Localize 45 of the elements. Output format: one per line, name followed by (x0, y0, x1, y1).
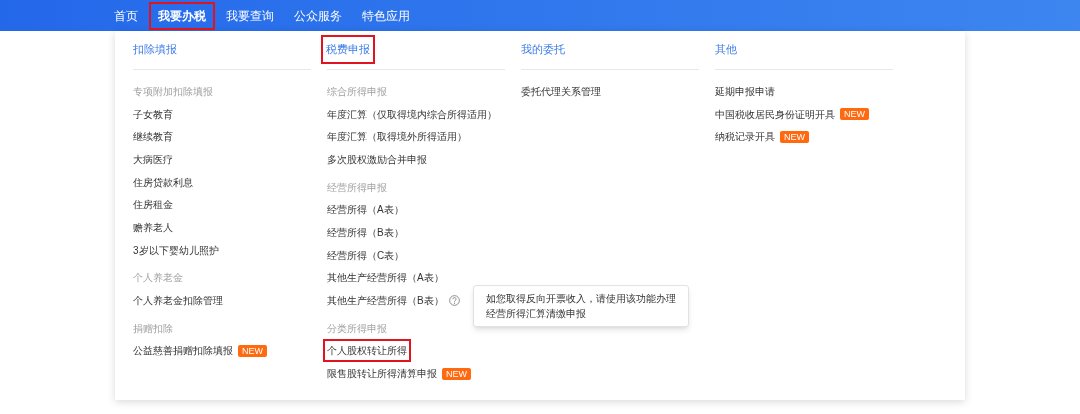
menu-link[interactable]: 3岁以下婴幼儿照护 (133, 242, 219, 258)
menu-link[interactable]: 经营所得（A表） (327, 202, 404, 218)
menu-link[interactable]: 公益慈善捐赠扣除填报 (133, 343, 233, 359)
column-heading: 我的委托 (521, 42, 565, 57)
tooltip-text: 如您取得反向开票收入，请使用该功能办理 (486, 292, 676, 307)
new-badge: NEW (780, 130, 809, 143)
section-label: 分类所得申报 (327, 321, 387, 336)
nav-tab[interactable]: 我要办税 (151, 3, 213, 28)
column-heading: 扣除填报 (133, 42, 177, 57)
section-label: 专项附加扣除填报 (133, 84, 213, 99)
menu-link[interactable]: 经营所得（C表） (327, 247, 405, 263)
menu-link[interactable]: 多次股权激励合并申报 (327, 151, 427, 167)
menu-link[interactable]: 住房贷款利息 (133, 174, 193, 190)
nav-tab[interactable]: 首页 (107, 3, 145, 28)
section-label: 个人养老金 (133, 271, 183, 286)
tooltip-text: 经营所得汇算清缴申报 (486, 307, 587, 322)
menu-link[interactable]: 延期申报申请 (715, 83, 775, 99)
section-label: 经营所得申报 (327, 180, 387, 195)
nav-tab[interactable]: 我要查询 (219, 3, 281, 28)
nav-tab[interactable]: 特色应用 (355, 3, 417, 28)
menu-link[interactable]: 纳税记录开具 (715, 129, 775, 145)
new-badge: NEW (840, 108, 869, 121)
menu-link[interactable]: 个人股权转让所得 (325, 341, 409, 361)
menu-link[interactable]: 住房租金 (133, 197, 173, 213)
menu-link[interactable]: 中国税收居民身份证明开具 (715, 106, 835, 122)
menu-link[interactable]: 年度汇算（取得境外所得适用） (327, 129, 467, 145)
menu-link[interactable]: 个人养老金扣除管理 (133, 293, 223, 309)
menu-link[interactable]: 经营所得（B表） (327, 224, 404, 240)
help-icon[interactable] (448, 295, 460, 307)
menu-link[interactable]: 其他生产经营所得（A表） (327, 270, 444, 286)
new-badge: NEW (442, 367, 471, 380)
menu-link[interactable]: 大病医疗 (133, 151, 173, 167)
menu-link[interactable]: 赡养老人 (133, 219, 173, 235)
column-heading: 其他 (715, 42, 737, 57)
menu-link[interactable]: 其他生产经营所得（B表） (327, 293, 444, 309)
nav-tab[interactable]: 公众服务 (287, 3, 349, 28)
new-badge: NEW (238, 344, 267, 357)
section-label: 捐赠扣除 (133, 321, 173, 336)
menu-link[interactable]: 委托代理关系管理 (521, 83, 601, 99)
menu-link[interactable]: 子女教育 (133, 106, 173, 122)
column-heading: 税费申报 (323, 37, 373, 62)
menu-link[interactable]: 继续教育 (133, 129, 173, 145)
section-label: 综合所得申报 (327, 84, 387, 99)
menu-link[interactable]: 限售股转让所得清算申报 (327, 366, 437, 382)
menu-link[interactable]: 年度汇算（仅取得境内综合所得适用） (327, 106, 497, 122)
